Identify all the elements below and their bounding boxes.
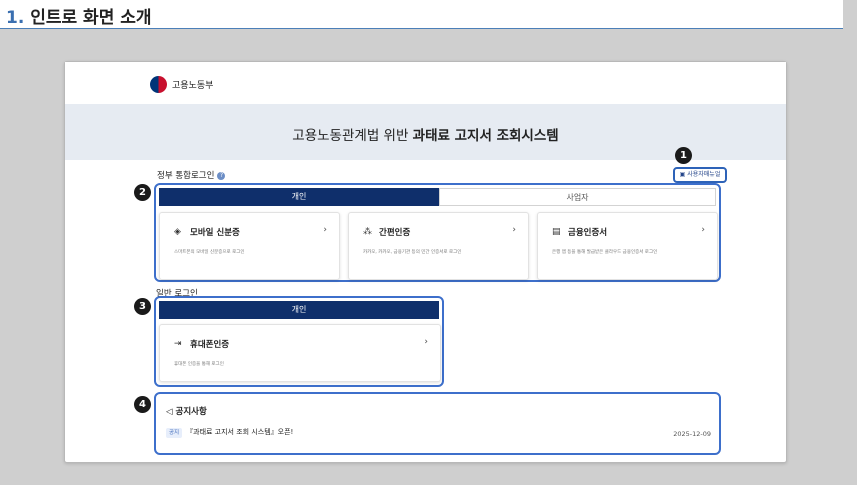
simple-auth-title: 간편인증 <box>379 228 411 238</box>
megaphone-icon: ◁ <box>166 407 176 417</box>
user-manual-label: 사용자매뉴얼 <box>687 171 721 178</box>
slide-title-bar: 1. 인트로 화면 소개 <box>0 0 843 29</box>
notice-item[interactable]: 공지 『과태료 고지서 조회 시스템』오픈! <box>166 427 726 439</box>
gov-login-label: 정부 통합로그인? <box>157 169 226 181</box>
gov-login-box: 개인 사업자 ◈ 모바일 신분증 › 스마트폰의 모바일 신분증으로 로그인 ⁂… <box>154 183 721 282</box>
callout-badge-4: 4 <box>134 396 151 413</box>
notice-date: 2025-12-09 <box>673 430 711 438</box>
simple-auth-desc: 카카오, 카카오, 금융기관 등의 민간 인증서로 로그인 <box>363 250 462 255</box>
tab-business[interactable]: 사업자 <box>439 188 716 206</box>
notice-title-text: 공지사항 <box>175 407 207 417</box>
logo-text: 고용노동부 <box>172 81 214 91</box>
chevron-right-icon: › <box>701 225 705 235</box>
chevron-right-icon: › <box>323 225 327 235</box>
mobile-id-desc: 스마트폰의 모바일 신분증으로 로그인 <box>174 250 245 255</box>
simple-auth-card[interactable]: ⁂ 간편인증 › 카카오, 카카오, 금융기관 등의 민간 인증서로 로그인 <box>348 212 529 280</box>
phone-auth-icon: ⇥ <box>174 339 182 349</box>
mobile-id-card[interactable]: ◈ 모바일 신분증 › 스마트폰의 모바일 신분증으로 로그인 <box>159 212 340 280</box>
user-manual-button[interactable]: ▣ 사용자매뉴얼 <box>673 167 727 183</box>
slide-title: 1. 인트로 화면 소개 <box>6 3 152 28</box>
notice-tag: 공지 <box>166 428 183 438</box>
phone-auth-desc: 휴대폰 인증을 통해 로그인 <box>174 362 224 367</box>
gov-login-label-text: 정부 통합로그인 <box>157 171 215 181</box>
taegeuk-logo-icon <box>150 76 167 93</box>
notice-title: ◁ 공지사항 <box>166 405 207 417</box>
simple-auth-icon: ⁂ <box>363 227 372 237</box>
system-title-prefix: 고용노동관계법 위반 <box>292 128 413 144</box>
slide-title-text: 인트로 화면 소개 <box>30 8 152 28</box>
certificate-card[interactable]: ▤ 금융인증서 › 은행 앱 등을 통해 발급받은 클라우드 금융인증서 로그인 <box>537 212 718 280</box>
system-title-emphasis: 과태료 고지서 조회시스템 <box>412 128 559 144</box>
chevron-right-icon: › <box>424 337 428 347</box>
slide: 1. 인트로 화면 소개 고용노동부 고용노동관계법 위반 과태료 고지서 조회… <box>0 0 857 485</box>
chevron-right-icon: › <box>512 225 516 235</box>
general-login-box: 개인 ⇥ 휴대폰인증 › 휴대폰 인증을 통해 로그인 <box>154 296 444 387</box>
certificate-title: 금융인증서 <box>568 228 608 238</box>
notice-item-title: 『과태료 고지서 조회 시스템』오픈! <box>186 428 294 436</box>
help-icon[interactable]: ? <box>217 171 226 180</box>
site-header: 고용노동부 <box>65 62 786 104</box>
tab-personal[interactable]: 개인 <box>159 188 439 206</box>
callout-badge-2: 2 <box>134 184 151 201</box>
mobile-id-icon: ◈ <box>174 227 181 237</box>
phone-auth-card[interactable]: ⇥ 휴대폰인증 › 휴대폰 인증을 통해 로그인 <box>159 324 441 382</box>
callout-badge-1: 1 <box>675 147 692 164</box>
phone-auth-title: 휴대폰인증 <box>190 340 230 350</box>
tab-general-personal[interactable]: 개인 <box>159 301 439 319</box>
notice-box: ◁ 공지사항 공지 『과태료 고지서 조회 시스템』오픈! 2025-12-09 <box>154 392 721 455</box>
callout-badge-3: 3 <box>134 298 151 315</box>
system-title: 고용노동관계법 위반 과태료 고지서 조회시스템 <box>65 124 786 144</box>
certificate-desc: 은행 앱 등을 통해 발급받은 클라우드 금융인증서 로그인 <box>552 250 658 255</box>
slide-number: 1. <box>6 8 25 28</box>
mobile-id-title: 모바일 신분증 <box>190 228 240 238</box>
certificate-icon: ▤ <box>552 227 561 237</box>
